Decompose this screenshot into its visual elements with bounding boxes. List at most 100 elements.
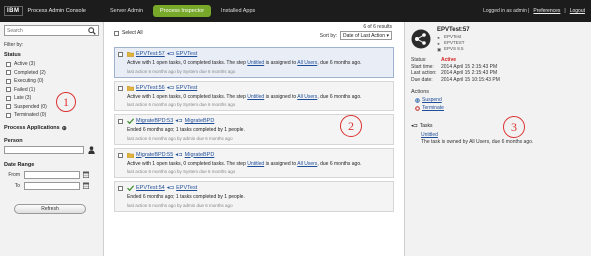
task-name-link[interactable]: EPVTest:57 xyxy=(136,51,165,57)
person-input[interactable] xyxy=(4,145,84,154)
app-icon: ◂ xyxy=(437,34,440,40)
task-description: Active with 1 open tasks, 0 completed ta… xyxy=(127,93,362,100)
step-link[interactable]: Untitled xyxy=(247,161,264,167)
app-link-icon: ◂⊐ xyxy=(175,118,183,124)
task-item[interactable]: EPVTest:54 ◂⊐ EPVTest Ended 6 months ago… xyxy=(114,181,394,212)
details-title-block: EPVTest:57 ◂ EPVTest ◂ EPVTEST ▣ EPVS 8.5 xyxy=(437,27,470,52)
status-failed[interactable]: Failed (1) xyxy=(6,86,99,95)
process-apps-row: Process Applications ⊕ xyxy=(4,125,99,132)
process-apps-heading: Process Applications xyxy=(4,125,60,131)
checkbox[interactable] xyxy=(6,61,11,67)
prop-due-date: Due date: 2014 April 15 10:15:43 PM xyxy=(411,76,500,83)
details-properties: Status: Active Start time: 2014 April 15 2… xyxy=(411,57,585,83)
task-checkbox[interactable] xyxy=(118,152,123,158)
task-meta: last action 6 months ago by admin due 6 … xyxy=(127,202,233,208)
assignee-link[interactable]: All Users xyxy=(297,60,317,66)
add-app-icon[interactable]: ⊕ xyxy=(62,125,67,132)
sort-value: Date of Last Action xyxy=(343,32,385,39)
nav-process-inspector[interactable]: Process Inspector xyxy=(153,5,212,17)
folder-icon xyxy=(127,152,134,158)
date-range-heading: Date Range xyxy=(4,161,35,168)
checkmark-icon xyxy=(127,118,134,124)
logged-in-label: Logged in as admin | xyxy=(483,8,530,14)
task-meta: last action 6 months ago by System due 6… xyxy=(127,68,236,74)
checkbox[interactable] xyxy=(6,87,11,93)
status-terminated[interactable]: Terminated (0) xyxy=(6,111,99,120)
nav-installed-apps[interactable]: Installed Apps xyxy=(221,8,255,14)
task-app-link[interactable]: MigrateBPD xyxy=(185,152,215,158)
status-executing[interactable]: Executing (0) xyxy=(6,77,99,86)
from-label: From xyxy=(8,171,20,178)
assignee-link[interactable]: All Users xyxy=(297,161,317,167)
checkbox[interactable] xyxy=(6,112,11,118)
chevron-down-icon: ▾ xyxy=(386,32,389,39)
task-owner-text: The task is owned by All Users, due 6 mo… xyxy=(421,139,534,145)
task-app-link[interactable]: EPVTest xyxy=(176,51,197,57)
top-bar: IBM Process Admin Console Server Admin P… xyxy=(0,0,591,22)
filter-by-label: Filter by: xyxy=(4,42,24,48)
task-app-link[interactable]: MigrateBPD xyxy=(185,118,215,124)
task-item[interactable]: EPVTest:56 ◂⊐ EPVTest Active with 1 open… xyxy=(114,80,394,111)
preferences-link[interactable]: Preferences xyxy=(533,8,560,14)
task-title-row: EPVTest:57 ◂⊐ EPVTest xyxy=(127,51,389,57)
select-all-checkbox[interactable] xyxy=(114,30,119,36)
task-item[interactable]: EPVTest:57 ◂⊐ EPVTest Active with 1 open… xyxy=(114,47,394,78)
person-row xyxy=(4,145,99,154)
task-checkbox[interactable] xyxy=(118,186,123,191)
task-list-panel: Select All 6 of 6 results Sort by: Date … xyxy=(106,22,396,256)
suspend-icon xyxy=(415,97,420,103)
task-checkbox[interactable] xyxy=(118,52,123,57)
status-late[interactable]: Late (3) xyxy=(6,94,99,103)
assignee-link[interactable]: All Users xyxy=(297,94,317,100)
terminate-action[interactable]: Terminate xyxy=(415,105,585,111)
task-meta: last action 6 months ago by System due 6… xyxy=(127,169,236,174)
refresh-button[interactable]: Refresh xyxy=(14,203,86,214)
task-app-link[interactable]: EPVTest xyxy=(176,185,197,191)
status-completed[interactable]: Completed (2) xyxy=(6,69,99,78)
terminate-link[interactable]: Terminate xyxy=(422,105,444,111)
status-active[interactable]: Active (3) xyxy=(6,60,99,69)
sort-select[interactable]: Date of Last Action ▾ xyxy=(340,31,392,40)
filter-panel: Filter by: Status Active (3) Completed (… xyxy=(0,22,104,256)
search-input[interactable] xyxy=(5,27,87,34)
calendar-icon[interactable] xyxy=(83,171,90,179)
task-checkbox[interactable] xyxy=(118,119,123,124)
logout-link[interactable]: Logout xyxy=(570,8,585,14)
task-untitled-link[interactable]: Untitled xyxy=(421,132,585,138)
tasks-icon: ◂⊐ xyxy=(411,123,418,129)
select-all[interactable]: Select All xyxy=(114,30,143,36)
search-icon[interactable] xyxy=(86,26,98,35)
task-name-link[interactable]: EPVTest:56 xyxy=(136,85,165,91)
task-app-link[interactable]: EPVTest xyxy=(176,85,197,91)
checkbox[interactable] xyxy=(6,70,11,76)
brand: IBM Process Admin Console xyxy=(0,6,110,16)
task-title-row: EPVTest:54 ◂⊐ EPVTest xyxy=(127,185,389,191)
task-item[interactable]: MigrateBPD:55 ◂⊐ MigrateBPD Active with … xyxy=(114,147,394,178)
details-app: ◂ EPVTest xyxy=(437,34,462,40)
details-panel: EPVTest:57 ◂ EPVTest ◂ EPVTEST ▣ EPVS 8.5 S… xyxy=(404,22,591,256)
calendar-icon[interactable] xyxy=(83,182,90,190)
task-name-link[interactable]: EPVTest:54 xyxy=(136,185,165,191)
app-link-icon: ◂⊐ xyxy=(166,84,175,91)
terminate-icon xyxy=(415,105,420,111)
person-icon[interactable] xyxy=(88,145,95,154)
select-all-label: Select All xyxy=(122,30,143,36)
nav-server-admin[interactable]: Server Admin xyxy=(110,8,143,14)
step-link[interactable]: Untitled xyxy=(247,60,264,66)
process-instance-icon xyxy=(411,29,431,49)
results-count: 6 of 6 results xyxy=(363,24,392,30)
to-date-input[interactable] xyxy=(24,181,80,190)
checkbox[interactable] xyxy=(6,78,11,84)
task-name-link[interactable]: MigrateBPD:55 xyxy=(136,152,173,158)
task-title-row: MigrateBPD:55 ◂⊐ MigrateBPD xyxy=(127,152,389,158)
checkbox[interactable] xyxy=(6,95,11,101)
task-checkbox[interactable] xyxy=(118,85,123,91)
status-suspended[interactable]: Suspended (0) xyxy=(6,103,99,112)
suspend-link[interactable]: Suspend xyxy=(422,97,442,103)
task-name-link[interactable]: MigrateBPD:53 xyxy=(136,118,173,124)
folder-icon xyxy=(127,85,134,91)
step-link[interactable]: Untitled xyxy=(247,94,264,100)
checkbox[interactable] xyxy=(6,104,11,110)
suspend-action[interactable]: Suspend xyxy=(415,97,585,103)
from-date-input[interactable] xyxy=(24,170,80,179)
